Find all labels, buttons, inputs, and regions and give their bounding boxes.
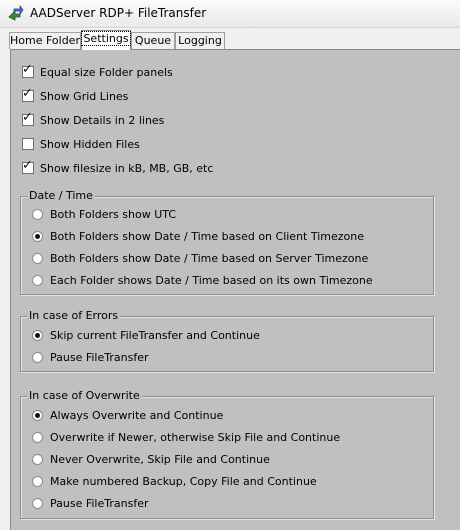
option-label: Show Details in 2 lines xyxy=(40,113,165,127)
option-show-details-2-lines[interactable]: ✓ Show Details in 2 lines xyxy=(22,110,165,128)
radio-label: Make numbered Backup, Copy File and Cont… xyxy=(50,474,317,488)
radio-label: Always Overwrite and Continue xyxy=(50,408,224,422)
option-equal-size-panels[interactable]: ✓ Equal size Folder panels xyxy=(22,62,173,80)
radio-server-timezone[interactable]: Both Folders show Date / Time based on S… xyxy=(32,250,368,266)
radio-own-timezone[interactable]: Each Folder shows Date / Time based on i… xyxy=(32,272,373,288)
radio-dot-icon xyxy=(35,233,40,239)
tab-queue[interactable]: Queue xyxy=(131,32,175,49)
radio-dot-icon xyxy=(35,412,40,418)
option-show-grid-lines[interactable]: ✓ Show Grid Lines xyxy=(22,86,129,104)
tab-label: Logging xyxy=(178,34,222,47)
tab-label: Home Folder xyxy=(10,34,80,47)
group-overwrite: In case of Overwrite Always Overwrite an… xyxy=(20,389,434,519)
group-title: In case of Overwrite xyxy=(27,389,142,403)
radio-overwrite-if-newer[interactable]: Overwrite if Newer, otherwise Skip File … xyxy=(32,429,340,445)
checkbox[interactable] xyxy=(22,138,34,150)
radio-pause-on-error[interactable]: Pause FileTransfer xyxy=(32,349,148,365)
radio-label: Skip current FileTransfer and Continue xyxy=(50,328,260,342)
radio-button[interactable] xyxy=(32,475,43,487)
checkbox[interactable]: ✓ xyxy=(22,158,34,174)
check-icon: ✓ xyxy=(22,86,33,101)
title-bar[interactable]: AADServer RDP+ FileTransfer xyxy=(0,0,460,28)
radio-pause-on-overwrite[interactable]: Pause FileTransfer xyxy=(32,495,148,511)
radio-numbered-backup[interactable]: Make numbered Backup, Copy File and Cont… xyxy=(32,473,317,489)
radio-label: Pause FileTransfer xyxy=(50,350,149,364)
tab-home-folder[interactable]: Home Folder xyxy=(9,32,81,49)
group-errors: In case of Errors Skip current FileTrans… xyxy=(20,309,434,372)
tab-logging[interactable]: Logging xyxy=(175,32,225,49)
window-title: AADServer RDP+ FileTransfer xyxy=(30,6,207,20)
radio-button[interactable] xyxy=(32,230,43,242)
group-date-time: Date / Time Both Folders show UTC Both F… xyxy=(20,189,434,295)
radio-button[interactable] xyxy=(32,409,43,421)
option-label: Show filesize in kB, MB, GB, etc xyxy=(40,161,214,175)
radio-label: Never Overwrite, Skip File and Continue xyxy=(50,452,270,466)
settings-panel: ✓ Equal size Folder panels ✓ Show Grid L… xyxy=(10,49,460,530)
group-title: In case of Errors xyxy=(27,309,121,323)
option-label: Show Hidden Files xyxy=(40,137,140,151)
radio-label: Both Folders show Date / Time based on C… xyxy=(50,229,365,243)
tab-strip: Home Folder Settings Queue Logging xyxy=(0,30,460,50)
checkbox[interactable]: ✓ xyxy=(22,86,34,102)
option-show-filesize-units[interactable]: ✓ Show filesize in kB, MB, GB, etc xyxy=(22,158,214,176)
radio-both-utc[interactable]: Both Folders show UTC xyxy=(32,206,176,222)
radio-label: Both Folders show UTC xyxy=(50,207,177,221)
radio-never-overwrite[interactable]: Never Overwrite, Skip File and Continue xyxy=(32,451,270,467)
radio-button[interactable] xyxy=(32,351,43,363)
tab-label: Settings xyxy=(81,31,131,46)
check-icon: ✓ xyxy=(22,62,33,77)
option-label: Show Grid Lines xyxy=(40,89,129,103)
radio-dot-icon xyxy=(35,332,40,338)
radio-button[interactable] xyxy=(32,453,43,465)
check-icon: ✓ xyxy=(22,158,33,173)
radio-button[interactable] xyxy=(32,329,43,341)
radio-label: Both Folders show Date / Time based on S… xyxy=(50,251,369,265)
radio-label: Each Folder shows Date / Time based on i… xyxy=(50,273,373,287)
radio-button[interactable] xyxy=(32,208,43,220)
radio-button[interactable] xyxy=(32,431,43,443)
check-icon: ✓ xyxy=(22,110,33,125)
option-show-hidden-files[interactable]: Show Hidden Files xyxy=(22,136,140,152)
radio-skip-and-continue[interactable]: Skip current FileTransfer and Continue xyxy=(32,327,260,343)
tab-settings[interactable]: Settings xyxy=(81,30,131,50)
radio-button[interactable] xyxy=(32,252,43,264)
radio-always-overwrite[interactable]: Always Overwrite and Continue xyxy=(32,407,223,423)
radio-button[interactable] xyxy=(32,497,43,509)
radio-label: Pause FileTransfer xyxy=(50,496,149,510)
app-transfer-icon xyxy=(8,5,24,21)
group-title: Date / Time xyxy=(27,189,95,203)
radio-client-timezone[interactable]: Both Folders show Date / Time based on C… xyxy=(32,228,364,244)
radio-label: Overwrite if Newer, otherwise Skip File … xyxy=(50,430,341,444)
option-label: Equal size Folder panels xyxy=(40,65,173,79)
tab-label: Queue xyxy=(134,34,172,47)
radio-button[interactable] xyxy=(32,274,43,286)
checkbox[interactable]: ✓ xyxy=(22,110,34,126)
checkbox[interactable]: ✓ xyxy=(22,62,34,78)
